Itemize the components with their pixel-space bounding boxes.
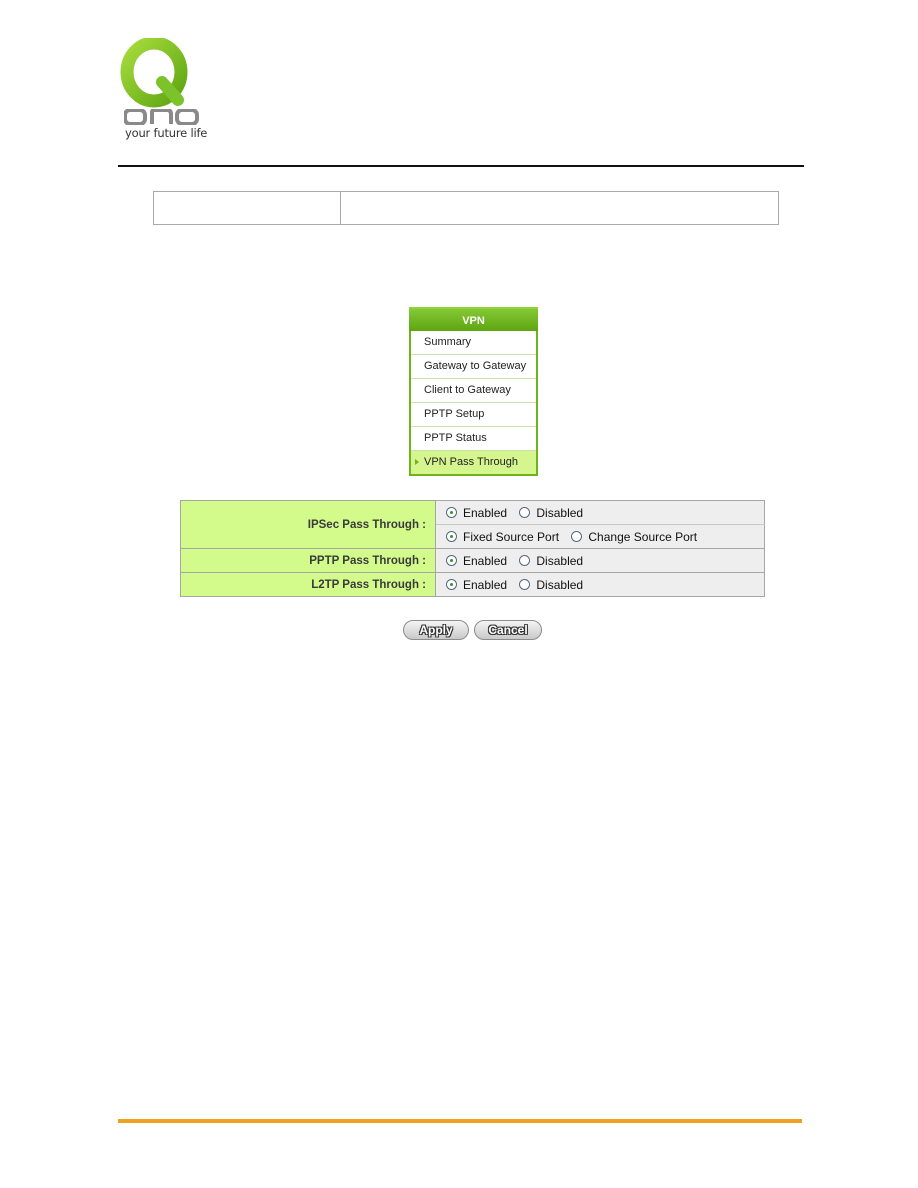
option-label: Disabled — [536, 553, 584, 568]
menu-item-label: Gateway to Gateway — [424, 360, 527, 372]
option-label: Disabled — [536, 577, 584, 592]
pptp-row: Enabled Disabled — [435, 548, 765, 573]
ipsec-disabled-option[interactable]: Disabled — [519, 506, 583, 520]
menu-item-label: Summary — [424, 336, 472, 348]
radio-unchecked-icon[interactable] — [519, 578, 531, 590]
radio-unchecked-icon[interactable] — [519, 554, 531, 566]
menu-item-vpn-pass-through[interactable]: VPN Pass Through — [411, 451, 536, 474]
menu-item-gateway-to-gateway[interactable]: Gateway to Gateway — [411, 355, 536, 379]
menu-item-pptp-setup[interactable]: PPTP Setup — [411, 403, 536, 427]
ipsec-enabled-option[interactable]: Enabled — [446, 506, 507, 520]
arrow-right-icon — [415, 459, 419, 465]
pptp-label: PPTP Pass Through : — [180, 548, 436, 573]
footer-divider — [118, 1119, 802, 1123]
option-label: Disabled — [536, 505, 584, 520]
l2tp-enabled-option[interactable]: Enabled — [446, 578, 507, 592]
menu-item-label: PPTP Setup — [424, 408, 485, 420]
option-label: Change Source Port — [588, 529, 698, 544]
option-label: Enabled — [463, 505, 508, 520]
pptp-enabled-option[interactable]: Enabled — [446, 554, 507, 568]
menu-item-label: PPTP Status — [424, 432, 487, 444]
radio-unchecked-icon[interactable] — [571, 530, 583, 542]
pptp-disabled-option[interactable]: Disabled — [519, 554, 583, 568]
empty-table-cell — [341, 192, 778, 224]
qno-wordmark — [124, 109, 199, 125]
q-logo-icon — [120, 36, 188, 108]
logo-tagline: your future life — [125, 126, 208, 140]
pass-through-settings-table: IPSec Pass Through : Enabled Disabled Fi… — [180, 500, 765, 597]
ipsec-enable-row: Enabled Disabled — [435, 500, 765, 525]
change-source-port-option[interactable]: Change Source Port — [571, 530, 697, 544]
apply-button[interactable]: Apply — [403, 620, 469, 640]
option-label: Fixed Source Port — [463, 529, 560, 544]
ipsec-label: IPSec Pass Through : — [180, 500, 436, 549]
option-label: Enabled — [463, 553, 508, 568]
action-buttons: Apply Cancel — [403, 620, 542, 640]
empty-table-cell — [154, 192, 341, 224]
radio-checked-icon[interactable] — [446, 578, 457, 590]
menu-item-label: VPN Pass Through — [424, 456, 518, 468]
menu-item-pptp-status[interactable]: PPTP Status — [411, 427, 536, 451]
radio-checked-icon[interactable] — [446, 506, 457, 518]
l2tp-row: Enabled Disabled — [435, 572, 765, 597]
l2tp-label: L2TP Pass Through : — [180, 572, 436, 597]
vpn-menu: VPN Summary Gateway to Gateway Client to… — [409, 307, 538, 476]
fixed-source-port-option[interactable]: Fixed Source Port — [446, 530, 559, 544]
option-label: Enabled — [463, 577, 508, 592]
ipsec-source-port-row: Fixed Source Port Change Source Port — [435, 524, 765, 549]
menu-item-client-to-gateway[interactable]: Client to Gateway — [411, 379, 536, 403]
l2tp-disabled-option[interactable]: Disabled — [519, 578, 583, 592]
radio-checked-icon[interactable] — [446, 554, 457, 566]
header-divider — [118, 165, 804, 167]
vpn-menu-title: VPN — [409, 307, 538, 331]
radio-checked-icon[interactable] — [446, 530, 457, 542]
radio-unchecked-icon[interactable] — [519, 506, 531, 518]
menu-item-label: Client to Gateway — [424, 384, 511, 396]
cancel-button[interactable]: Cancel — [474, 620, 542, 640]
menu-item-summary[interactable]: Summary — [411, 331, 536, 355]
empty-table — [153, 191, 779, 225]
